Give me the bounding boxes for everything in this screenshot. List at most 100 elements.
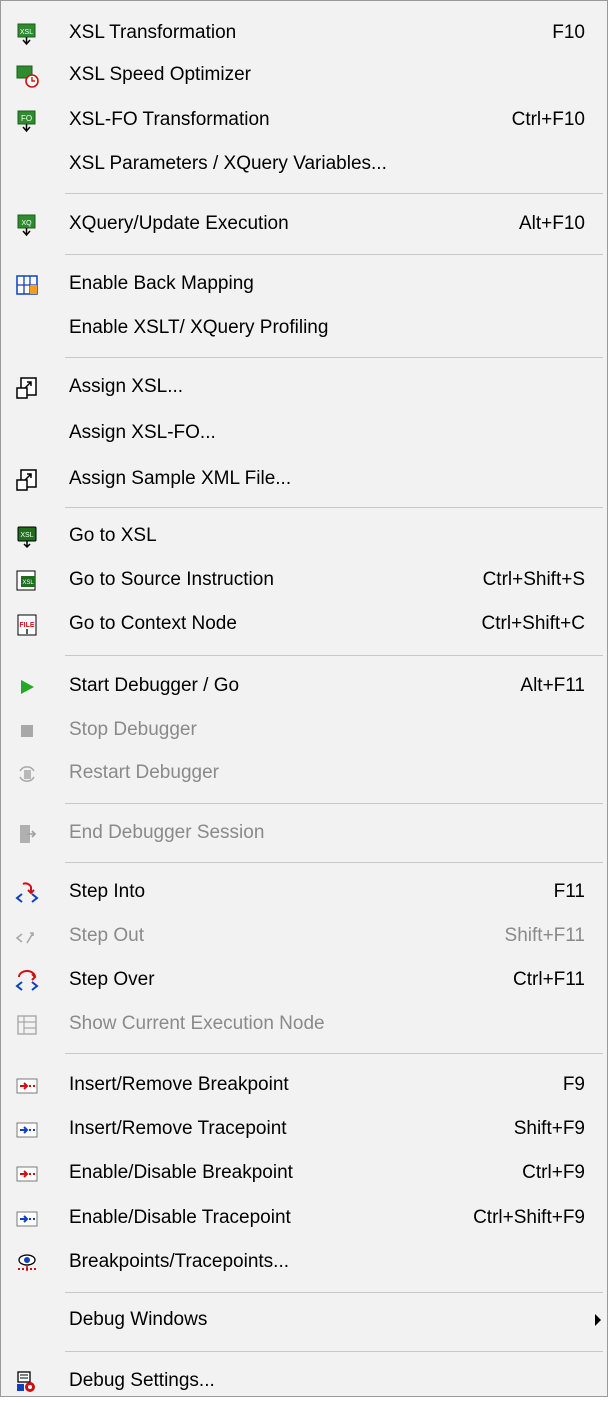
menu-item-xsl-fo-transformation[interactable]: FO XSL-FO Transformation Ctrl+F10: [1, 98, 607, 142]
xsl-fo-transform-icon: FO: [17, 110, 36, 133]
menu-item-stop-debugger[interactable]: Stop Debugger: [1, 708, 607, 752]
menu-item-shortcut: Shift+F11: [504, 925, 585, 946]
menu-item-insert-remove-tracepoint[interactable]: Insert/Remove Tracepoint Shift+F9: [1, 1107, 607, 1151]
menu-item-label: Debug Settings...: [69, 1370, 215, 1391]
menu-item-enable-back-mapping[interactable]: Enable Back Mapping: [1, 262, 607, 306]
submenu-arrow-icon: [595, 1314, 601, 1326]
menu-item-label: Go to XSL: [69, 525, 157, 546]
menu-item-label: Step Out: [69, 925, 144, 946]
menu-item-label: Enable Back Mapping: [69, 273, 254, 294]
menu-item-enable-disable-breakpoint[interactable]: Enable/Disable Breakpoint Ctrl+F9: [1, 1151, 607, 1195]
menu-item-xsl-parameters[interactable]: XSL Parameters / XQuery Variables...: [1, 142, 607, 186]
menu-item-label: Stop Debugger: [69, 719, 197, 740]
menu-item-step-over[interactable]: Step Over Ctrl+F11: [1, 958, 607, 1002]
back-mapping-icon: [16, 275, 38, 295]
menu-separator: [65, 862, 603, 863]
menu-item-insert-remove-breakpoint[interactable]: Insert/Remove Breakpoint F9: [1, 1063, 607, 1107]
menu-separator: [65, 357, 603, 358]
xquery-execution-icon: XQ: [17, 214, 36, 237]
tracepoint-icon: [16, 1122, 38, 1138]
breakpoints-dialog-icon: [18, 1254, 36, 1271]
menu-item-shortcut: Alt+F10: [518, 213, 585, 234]
menu-item-assign-sample-xml[interactable]: Assign Sample XML File...: [1, 457, 607, 501]
menu-separator: [65, 1053, 603, 1054]
assign-icon: [16, 377, 37, 399]
menu-item-xquery-execution[interactable]: XQ XQuery/Update Execution Alt+F10: [1, 202, 607, 246]
menu-item-label: Insert/Remove Breakpoint: [69, 1074, 289, 1095]
menu-item-label: Go to Source Instruction: [69, 569, 274, 590]
debug-settings-icon: [17, 1371, 35, 1392]
menu-separator: [65, 1351, 603, 1352]
menu-item-label: XSL Parameters / XQuery Variables...: [69, 153, 387, 174]
menu-item-shortcut: F10: [552, 22, 585, 43]
menu-item-start-debugger[interactable]: Start Debugger / Go Alt+F11: [1, 664, 607, 708]
svg-text:XSL: XSL: [22, 580, 34, 586]
menu-item-label: Enable/Disable Tracepoint: [69, 1207, 291, 1228]
breakpoint-icon: [16, 1078, 38, 1094]
tracepoint-icon: [16, 1211, 38, 1227]
menu-item-label: Assign Sample XML File...: [69, 468, 292, 489]
menu-item-label: XSL-FO Transformation: [69, 109, 270, 130]
go-to-source-icon: XSL: [16, 570, 36, 591]
menu-item-shortcut: Alt+F11: [520, 675, 585, 696]
menu-item-xsl-speed-optimizer[interactable]: XSL Speed Optimizer: [1, 53, 607, 97]
menu-item-label: Step Into: [69, 881, 146, 902]
menu-item-label: Assign XSL-FO...: [69, 422, 216, 443]
step-over-icon: [15, 970, 39, 991]
xsl-transform-icon: XSL: [17, 23, 36, 46]
menu-item-enable-profiling[interactable]: Enable XSLT/ XQuery Profiling: [1, 306, 607, 350]
menu-item-end-debugger-session[interactable]: End Debugger Session: [1, 811, 607, 855]
go-to-context-node-icon: FILE: [17, 614, 37, 636]
go-to-xsl-icon: XSL: [17, 526, 37, 549]
menu-item-label: Enable/Disable Breakpoint: [69, 1162, 293, 1183]
menu-separator: [65, 1292, 603, 1293]
svg-text:FO: FO: [21, 114, 32, 123]
menu-item-go-to-context-node[interactable]: FILE Go to Context Node Ctrl+Shift+C: [1, 602, 607, 646]
stop-icon: [21, 725, 33, 737]
svg-text:FILE: FILE: [19, 622, 34, 629]
menu-item-label: End Debugger Session: [69, 822, 265, 843]
menu-item-breakpoints-tracepoints[interactable]: Breakpoints/Tracepoints...: [1, 1240, 607, 1284]
menu-item-debug-windows[interactable]: Debug Windows: [1, 1298, 607, 1342]
menu-item-label: XSL Speed Optimizer: [69, 64, 251, 85]
xsl-speed-optimizer-icon: [16, 65, 39, 88]
menu-item-step-into[interactable]: Step Into F11: [1, 870, 607, 914]
menu-item-shortcut: Ctrl+F10: [511, 109, 585, 130]
menu-item-label: Breakpoints/Tracepoints...: [69, 1251, 290, 1272]
menu-item-assign-xsl-fo[interactable]: Assign XSL-FO...: [1, 411, 607, 455]
current-execution-node-icon: [17, 1015, 37, 1035]
xsl-debug-menu: XSL XSL Transformation F10 XSL Speed Opt…: [0, 0, 608, 1397]
menu-item-go-to-xsl[interactable]: XSL Go to XSL: [1, 514, 607, 558]
menu-item-shortcut: Ctrl+F11: [513, 969, 585, 990]
menu-item-assign-xsl[interactable]: Assign XSL...: [1, 365, 607, 409]
step-into-icon: [15, 882, 39, 903]
menu-item-debug-settings[interactable]: Debug Settings...: [1, 1359, 607, 1403]
menu-item-shortcut: F11: [553, 881, 585, 902]
menu-item-go-to-source-instruction[interactable]: XSL Go to Source Instruction Ctrl+Shift+…: [1, 558, 607, 602]
menu-item-shortcut: Ctrl+F9: [522, 1162, 585, 1183]
menu-item-label: Enable XSLT/ XQuery Profiling: [69, 317, 329, 338]
menu-item-xsl-transformation[interactable]: XSL XSL Transformation F10: [1, 11, 607, 55]
menu-item-label: XQuery/Update Execution: [69, 213, 289, 234]
menu-item-shortcut: F9: [562, 1074, 585, 1095]
menu-item-label: Go to Context Node: [69, 613, 237, 634]
play-icon: [21, 680, 34, 694]
svg-text:XSL: XSL: [20, 29, 33, 36]
menu-item-restart-debugger[interactable]: Restart Debugger: [1, 751, 607, 795]
menu-item-step-out[interactable]: Step Out Shift+F11: [1, 914, 607, 958]
end-session-icon: [20, 825, 37, 843]
menu-item-label: Restart Debugger: [69, 762, 219, 783]
menu-item-show-current-execution-node[interactable]: Show Current Execution Node: [1, 1002, 607, 1046]
menu-separator: [65, 507, 603, 508]
restart-icon: [19, 766, 35, 782]
menu-item-label: Show Current Execution Node: [69, 1013, 325, 1034]
assign-icon: [16, 469, 37, 491]
breakpoint-icon: [16, 1166, 38, 1182]
menu-item-enable-disable-tracepoint[interactable]: Enable/Disable Tracepoint Ctrl+Shift+F9: [1, 1196, 607, 1240]
menu-item-label: Start Debugger / Go: [69, 675, 240, 696]
step-out-icon: [15, 932, 34, 944]
svg-text:XQ: XQ: [21, 220, 32, 227]
menu-separator: [65, 803, 603, 804]
menu-item-label: Debug Windows: [69, 1309, 208, 1330]
menu-separator: [65, 254, 603, 255]
